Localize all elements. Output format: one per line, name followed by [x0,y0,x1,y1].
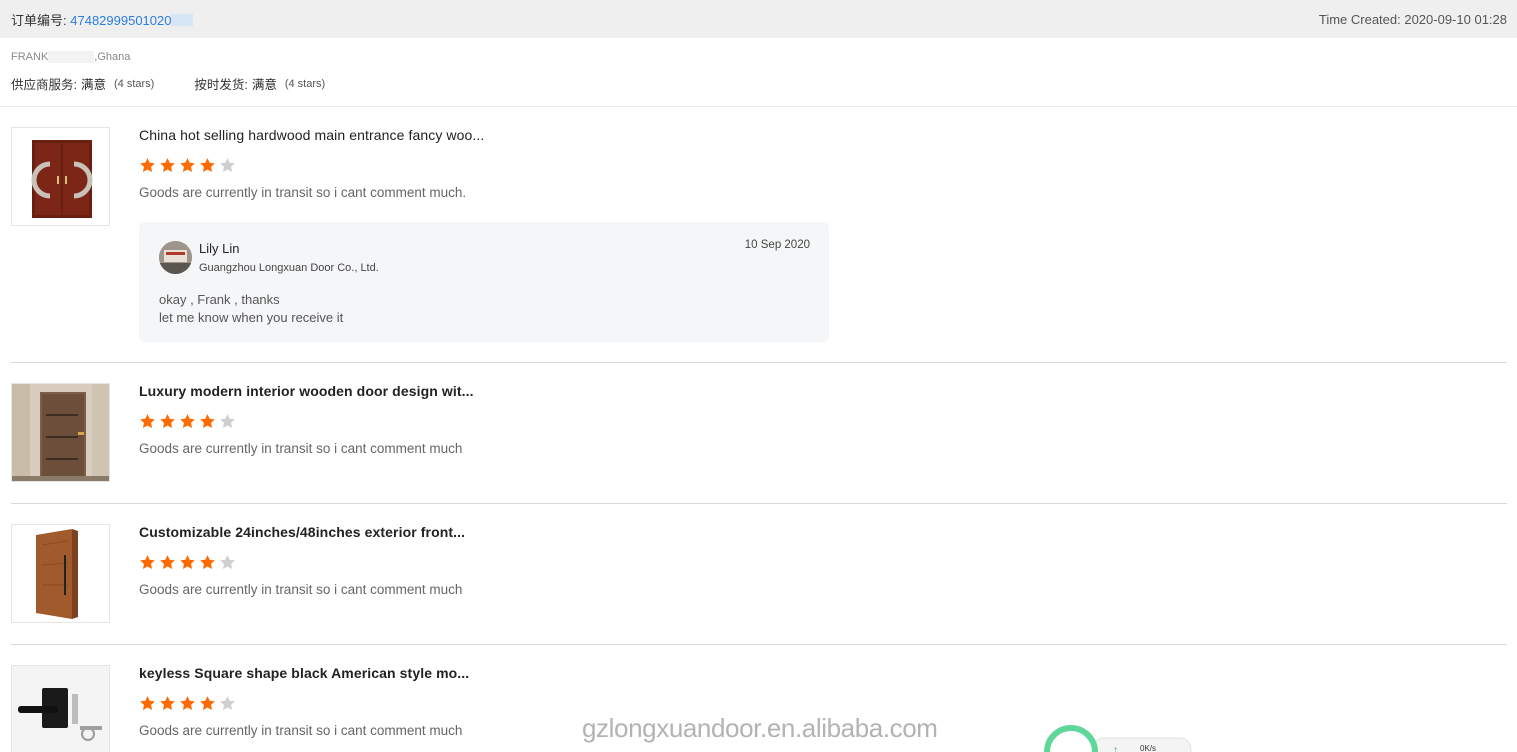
avatar [159,241,192,274]
product-star-rating [139,695,236,712]
star-filled-icon [140,414,155,428]
buyer-info: FRANK ,Ghana 供应商服务: 满意 (4 stars) 按时发货: 满意… [11,50,1507,93]
supplier-service-rating: 供应商服务: 满意 (4 stars) [11,74,154,93]
star-filled-icon [140,555,155,569]
product-title-link[interactable]: China hot selling hardwood main entrance… [139,127,484,143]
door-image [12,128,109,225]
star-empty-icon [220,696,235,710]
ontime-delivery-rating: 按时发货: 满意 (4 stars) [194,74,325,93]
review-comment: Goods are currently in transit so i cant… [139,185,467,200]
product-image-pivot-door[interactable] [11,524,110,623]
product-star-rating [139,554,236,571]
star-filled-icon [200,158,215,172]
section-divider [0,106,1517,107]
star-filled-icon [160,696,175,710]
star-filled-icon [180,696,195,710]
supplier-service-label: 供应商服务: [11,78,77,92]
review-item: Customizable 24inches/48inches exterior … [11,524,1507,624]
lock-image [12,666,109,752]
ontime-delivery-value: 满意 [251,78,277,92]
buyer-line: FRANK ,Ghana [11,50,1507,64]
supplier-service-value: 满意 [80,78,106,92]
review-item: Luxury modern interior wooden door desig… [11,383,1507,483]
reply-message-line: let me know when you receive it [159,310,344,325]
network-widget-shape: ↑ [1044,725,1192,752]
star-empty-icon [220,414,235,428]
door-image [12,384,109,481]
star-filled-icon [180,158,195,172]
order-number-group: 订单编号: 47482999501020 [11,10,194,29]
supplier-service-stars: (4 stars) [114,77,155,90]
buyer-name-mask [48,51,95,63]
time-created: Time Created: 2020-09-10 01:28 [1318,11,1507,27]
star-empty-icon [220,158,235,172]
svg-text:↑: ↑ [1113,745,1118,752]
supplier-reply: Lily Lin Guangzhou Longxuan Door Co., Lt… [139,222,829,342]
product-star-rating [139,413,236,430]
order-number-label: 订单编号: [11,12,67,28]
star-filled-icon [180,555,195,569]
star-filled-icon [160,158,175,172]
network-speed-text: 0K/s [1140,744,1157,752]
star-filled-icon [200,414,215,428]
order-ratings: 供应商服务: 满意 (4 stars) 按时发货: 满意 (4 stars) [11,74,1507,93]
star-filled-icon [140,696,155,710]
product-title-link[interactable]: Customizable 24inches/48inches exterior … [139,524,465,540]
star-filled-icon [200,696,215,710]
product-title-link[interactable]: Luxury modern interior wooden door desig… [139,383,474,399]
review-divider [11,503,1507,504]
review-item: China hot selling hardwood main entrance… [11,127,1507,347]
review-comment: Goods are currently in transit so i cant… [139,723,463,738]
star-filled-icon [180,414,195,428]
product-image-fancy-door[interactable] [11,127,110,226]
ontime-delivery-stars: (4 stars) [284,77,326,90]
door-image [12,525,109,622]
network-speed-widget[interactable]: ↑ 0K/s [1043,722,1193,752]
reply-date: 10 Sep 2020 [744,239,810,251]
reply-company: Guangzhou Longxuan Door Co., Ltd. [199,262,379,274]
buyer-country: ,Ghana [94,51,131,63]
watermark: gzlongxuandoor.en.alibaba.com [582,713,938,743]
reply-author-name: Lily Lin [199,241,240,256]
ontime-delivery-label: 按时发货: [194,78,248,92]
review-comment: Goods are currently in transit so i cant… [139,582,463,597]
product-image-lock[interactable] [11,665,110,752]
star-filled-icon [160,414,175,428]
star-empty-icon [220,555,235,569]
star-filled-icon [140,158,155,172]
review-divider [11,362,1507,363]
review-comment: Goods are currently in transit so i cant… [139,441,463,456]
star-filled-icon [160,555,175,569]
product-star-rating [139,157,236,174]
order-number-mask [171,13,194,26]
product-image-interior-door[interactable] [11,383,110,482]
avatar-image [159,241,192,274]
product-title-link[interactable]: keyless Square shape black American styl… [139,665,469,681]
order-header: 订单编号: 47482999501020 Time Created: 2020-… [0,0,1517,38]
order-number-link[interactable]: 47482999501020 [70,13,171,28]
reply-message-line: okay , Frank , thanks [159,292,280,307]
review-divider [11,644,1507,645]
buyer-name: FRANK [11,51,49,63]
star-filled-icon [200,555,215,569]
